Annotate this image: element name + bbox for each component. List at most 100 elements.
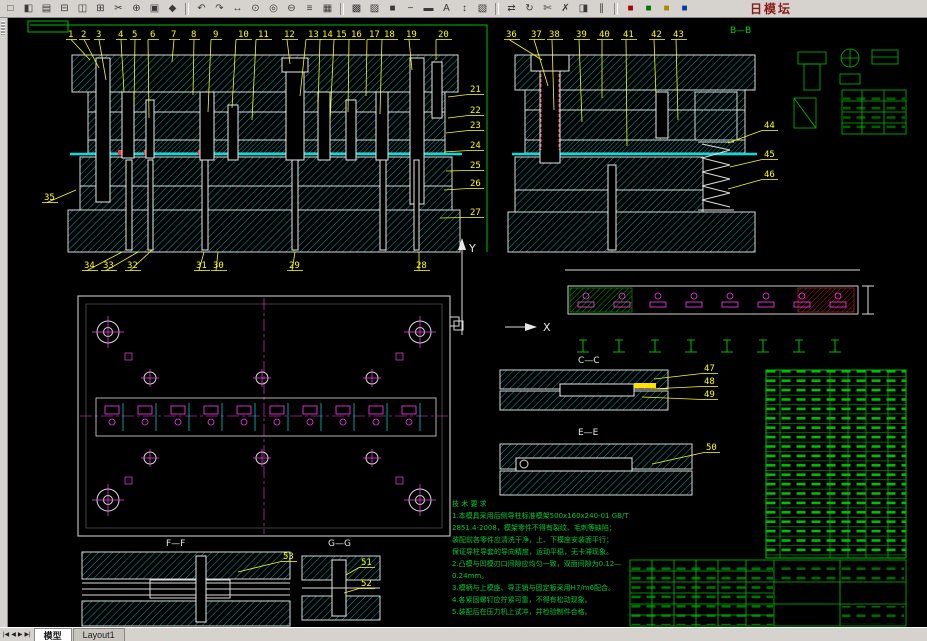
svg-text:16: 16 — [351, 30, 362, 40]
svg-text:47: 47 — [704, 364, 715, 374]
section-label-bb: B—B — [730, 26, 751, 36]
svg-text:43: 43 — [673, 30, 684, 40]
svg-text:15: 15 — [336, 30, 347, 40]
svg-text:50: 50 — [706, 443, 717, 453]
toolbar-separator — [614, 2, 618, 15]
notes-line: 2851.4-2008，模架零件不得有裂纹、毛刺等缺陷； — [452, 523, 616, 532]
svg-text:17: 17 — [369, 30, 380, 40]
svg-text:22: 22 — [470, 106, 481, 116]
save-file-icon[interactable]: ▤ — [38, 1, 55, 17]
notes-line: 4.各紧固螺钉应拧紧可靠，不得有松动现象。 — [452, 595, 592, 604]
svg-text:27: 27 — [470, 208, 481, 218]
trim-icon[interactable]: ✄ — [539, 1, 556, 17]
layout-nav-button[interactable]: ▶ — [18, 631, 23, 638]
zoom-previous-icon[interactable]: ⊖ — [283, 1, 300, 17]
publish-icon[interactable]: ⊞ — [92, 1, 109, 17]
svg-text:41: 41 — [623, 30, 634, 40]
svg-text:21: 21 — [470, 85, 481, 95]
layer-properties-icon[interactable]: ▨ — [366, 1, 383, 17]
redo-icon[interactable]: ↷ — [211, 1, 228, 17]
layout-nav-button[interactable]: |◀ — [3, 631, 9, 638]
open-file-icon[interactable]: ◧ — [20, 1, 37, 17]
layout-nav: |◀ ◀ ▶ ▶| — [0, 628, 34, 641]
svg-text:45: 45 — [764, 150, 775, 160]
custom-tool-2-icon[interactable]: ■ — [640, 1, 657, 17]
custom-tool-3-icon[interactable]: ■ — [658, 1, 675, 17]
dimension-icon[interactable]: ↕ — [456, 1, 473, 17]
move-icon[interactable]: ⇄ — [503, 1, 520, 17]
svg-text:14: 14 — [322, 30, 333, 40]
svg-text:49: 49 — [704, 390, 715, 400]
properties-icon[interactable]: ≡ — [301, 1, 318, 17]
toolbar-grip[interactable] — [1, 21, 5, 35]
layout-tab[interactable]: Layout1 — [72, 628, 125, 641]
notes-line: 3.模柄与上模座、导正销与固定板采用H7/m6配合。 — [452, 583, 615, 592]
statusbar: |◀ ◀ ▶ ▶| 模型 Layout1 — [0, 627, 927, 641]
notes-line: 技 术 要 求 — [452, 499, 487, 508]
svg-text:53: 53 — [283, 552, 294, 562]
svg-text:19: 19 — [406, 30, 417, 40]
cad-application-window: □ ◧ ▤ ⊟ ◫ ⊞ ✂ ⊕ ▣ ◆ ↶ ↷ ↔ ⊙ ◎ ⊖ ≡ ▦ ▩ ▨ ■ − ▬ A ↕ ▧ ⇄ ↻ ✄ ✗ ◨ ∥ ■ ■ ■ ■ 日模坛 — [0, 0, 927, 641]
notes-line: 5.装配后在压力机上试冲，并检验制件合格。 — [452, 607, 592, 616]
custom-tool-1-icon[interactable]: ■ — [622, 1, 639, 17]
layout-nav-button[interactable]: ◀ — [11, 631, 16, 638]
notes-line: 1.本模具采用后侧导柱标准模架500x160x240-01 GB/T — [452, 511, 629, 520]
svg-text:24: 24 — [470, 141, 481, 151]
new-file-icon[interactable]: □ — [2, 1, 19, 17]
svg-text:20: 20 — [438, 30, 449, 40]
y-axis-label: Y — [468, 242, 476, 255]
docked-toolbar-strip — [0, 18, 8, 628]
layout-tab[interactable]: 模型 — [33, 628, 72, 641]
svg-text:42: 42 — [651, 30, 662, 40]
erase-icon[interactable]: ✗ — [557, 1, 574, 17]
x-axis-label: X — [543, 321, 551, 334]
plot-preview-icon[interactable]: ◫ — [74, 1, 91, 17]
layout-tabs: 模型 Layout1 — [33, 628, 126, 641]
rotate-icon[interactable]: ↻ — [521, 1, 538, 17]
side-section-view — [507, 54, 757, 253]
svg-text:48: 48 — [704, 377, 715, 387]
copy-icon[interactable]: ⊕ — [128, 1, 145, 17]
svg-text:10: 10 — [238, 30, 249, 40]
svg-text:38: 38 — [549, 30, 560, 40]
svg-text:5: 5 — [132, 30, 137, 40]
svg-text:9: 9 — [213, 30, 218, 40]
zoom-window-icon[interactable]: ◎ — [265, 1, 282, 17]
svg-text:11: 11 — [258, 30, 269, 40]
pan-icon[interactable]: ↔ — [229, 1, 246, 17]
svg-text:2: 2 — [81, 30, 86, 40]
plot-icon[interactable]: ⊟ — [56, 1, 73, 17]
designcenter-icon[interactable]: ▦ — [319, 1, 336, 17]
notes-line: 2.凸模与凹模刃口间隙应均匀一致，双面间隙为0.12— — [452, 559, 621, 568]
color-control-icon[interactable]: ■ — [384, 1, 401, 17]
mirror-icon[interactable]: ◨ — [575, 1, 592, 17]
drawing-canvas[interactable]: X Y B—B C—C E—E F—F G—G 技 术 要 求 1.本模具采用后… — [8, 18, 927, 628]
cut-icon[interactable]: ✂ — [110, 1, 127, 17]
notes-line: 0.24mm。 — [452, 572, 488, 580]
lineweight-icon[interactable]: ▬ — [420, 1, 437, 17]
zoom-realtime-icon[interactable]: ⊙ — [247, 1, 264, 17]
detail-section-ee — [499, 443, 693, 496]
linetype-icon[interactable]: − — [402, 1, 419, 17]
svg-text:31: 31 — [196, 261, 207, 271]
toolbar-separator — [185, 2, 189, 15]
svg-text:7: 7 — [171, 30, 176, 40]
svg-text:52: 52 — [361, 579, 372, 589]
hatch-icon[interactable]: ▧ — [474, 1, 491, 17]
layers-icon[interactable]: ▩ — [348, 1, 365, 17]
section-label-cc: C—C — [578, 356, 600, 366]
paste-icon[interactable]: ▣ — [146, 1, 163, 17]
svg-text:6: 6 — [150, 30, 155, 40]
svg-text:1: 1 — [68, 30, 73, 40]
custom-tool-4-icon[interactable]: ■ — [676, 1, 693, 17]
text-style-icon[interactable]: A — [438, 1, 455, 17]
notes-line: 装配前各零件应清洗干净，上、下模座安装面平行； — [452, 535, 613, 544]
layout-nav-button[interactable]: ▶| — [24, 631, 30, 638]
svg-text:29: 29 — [289, 261, 300, 271]
match-properties-icon[interactable]: ◆ — [164, 1, 181, 17]
svg-text:46: 46 — [764, 170, 775, 180]
svg-text:18: 18 — [384, 30, 395, 40]
undo-icon[interactable]: ↶ — [193, 1, 210, 17]
toolbar-icons: □ ◧ ▤ ⊟ ◫ ⊞ ✂ ⊕ ▣ ◆ ↶ ↷ ↔ ⊙ ◎ ⊖ ≡ ▦ ▩ ▨ ■ − ▬ A ↕ ▧ ⇄ ↻ ✄ ✗ ◨ ∥ ■ ■ ■ ■ — [2, 1, 693, 17]
offset-icon[interactable]: ∥ — [593, 1, 610, 17]
